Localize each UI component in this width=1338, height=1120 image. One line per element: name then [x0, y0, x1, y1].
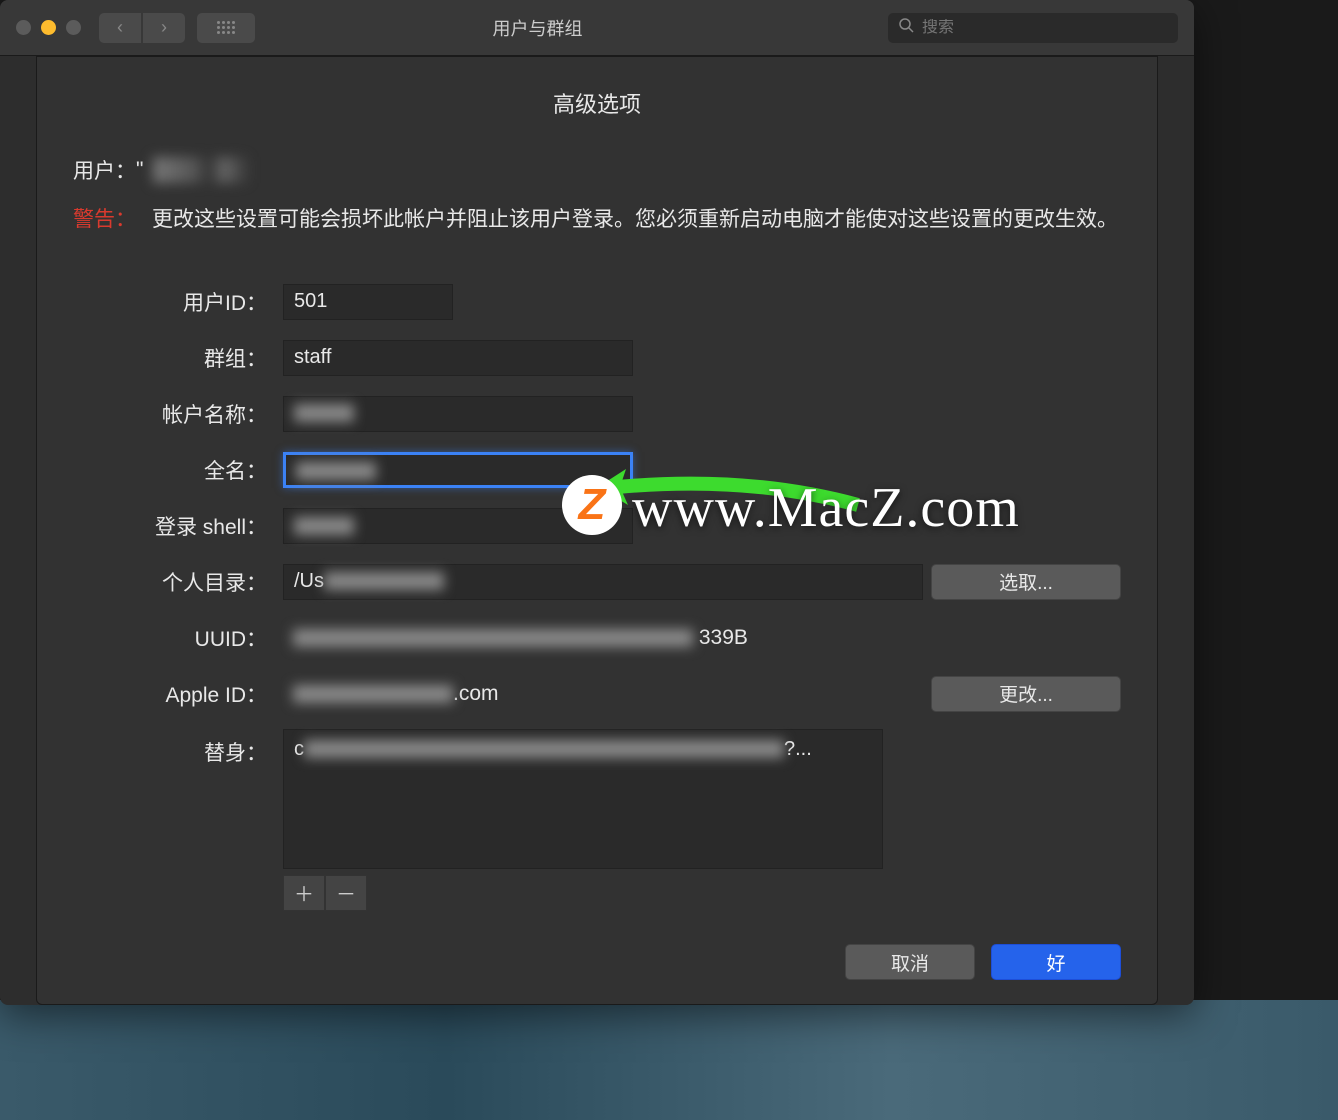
user-quote: ": [136, 158, 143, 182]
dialog-title: 高级选项: [73, 87, 1121, 119]
user-value-redacted: [153, 157, 293, 183]
back-button[interactable]: ‹: [99, 13, 141, 43]
label-user-id: 用户ID：: [73, 287, 283, 317]
watermark-logo: Z: [562, 475, 622, 535]
shell-redacted: [294, 517, 354, 535]
choose-home-dir-button[interactable]: 选取...: [931, 564, 1121, 600]
label-home-dir: 个人目录：: [73, 567, 283, 597]
ok-button[interactable]: 好: [991, 944, 1121, 980]
alias-suffix: ?...: [784, 738, 812, 760]
label-full-name: 全名：: [73, 455, 283, 485]
alias-prefix: c: [294, 738, 304, 760]
label-aliases: 替身：: [73, 729, 283, 767]
home-dir-prefix: /Us: [294, 570, 324, 592]
row-user-id: 用户ID：: [73, 281, 1121, 323]
label-apple-id: Apple ID：: [73, 679, 283, 709]
row-uuid: UUID： 339B: [73, 617, 1121, 659]
dialog-footer: 取消 好: [845, 944, 1121, 980]
search-box[interactable]: [888, 13, 1178, 43]
user-label: 用户：: [73, 155, 136, 185]
search-icon: [898, 17, 914, 38]
value-uuid: 339B: [283, 621, 758, 655]
apple-id-redacted: [293, 685, 453, 703]
apple-id-suffix: .com: [453, 682, 499, 705]
warning-text: 更改这些设置可能会损坏此帐户并阻止该用户登录。您必须重新启动电脑才能使对这些设置…: [152, 203, 1118, 237]
window-title: 用户与群组: [267, 15, 888, 41]
close-window-button[interactable]: [16, 20, 31, 35]
input-user-id[interactable]: [283, 284, 453, 320]
user-row: 用户： ": [73, 155, 1121, 185]
label-group: 群组：: [73, 343, 283, 373]
list-aliases[interactable]: c?...: [283, 729, 883, 869]
label-uuid: UUID：: [73, 623, 283, 653]
grid-icon: [217, 21, 235, 34]
nav-buttons: ‹ ›: [99, 13, 185, 43]
chevron-left-icon: ‹: [117, 17, 123, 38]
input-group[interactable]: [283, 340, 633, 376]
account-name-redacted: [294, 404, 354, 422]
chevron-right-icon: ›: [161, 17, 167, 38]
home-dir-redacted: [324, 572, 444, 590]
value-apple-id: .com: [283, 677, 509, 711]
minimize-window-button[interactable]: [41, 20, 56, 35]
forward-button[interactable]: ›: [143, 13, 185, 43]
warning-row: 警告： 更改这些设置可能会损坏此帐户并阻止该用户登录。您必须重新启动电脑才能使对…: [73, 203, 1121, 237]
remove-alias-button[interactable]: －: [325, 875, 367, 911]
zoom-window-button[interactable]: [66, 20, 81, 35]
label-account-name: 帐户名称：: [73, 399, 283, 429]
warning-label: 警告：: [73, 203, 136, 237]
input-account-name[interactable]: [283, 396, 633, 432]
label-login-shell: 登录 shell：: [73, 511, 283, 541]
input-home-dir[interactable]: /Us: [283, 564, 923, 600]
traffic-lights: [16, 20, 81, 35]
row-aliases: 替身： c?...: [73, 729, 1121, 869]
full-name-redacted: [296, 462, 376, 480]
change-apple-id-button[interactable]: 更改...: [931, 676, 1121, 712]
titlebar: ‹ › 用户与群组: [0, 0, 1194, 56]
row-apple-id: Apple ID： .com 更改...: [73, 673, 1121, 715]
add-alias-button[interactable]: ＋: [283, 875, 325, 911]
search-input[interactable]: [922, 19, 1168, 37]
alias-redacted: [304, 740, 784, 758]
row-group: 群组：: [73, 337, 1121, 379]
row-home-dir: 个人目录： /Us 选取...: [73, 561, 1121, 603]
show-all-button[interactable]: [197, 13, 255, 43]
uuid-redacted: [293, 629, 693, 647]
row-account-name: 帐户名称：: [73, 393, 1121, 435]
uuid-suffix: 339B: [699, 626, 748, 649]
alias-buttons: ＋ －: [283, 875, 1121, 911]
watermark-text: www.MacZ.com: [632, 476, 1020, 540]
cancel-button[interactable]: 取消: [845, 944, 975, 980]
